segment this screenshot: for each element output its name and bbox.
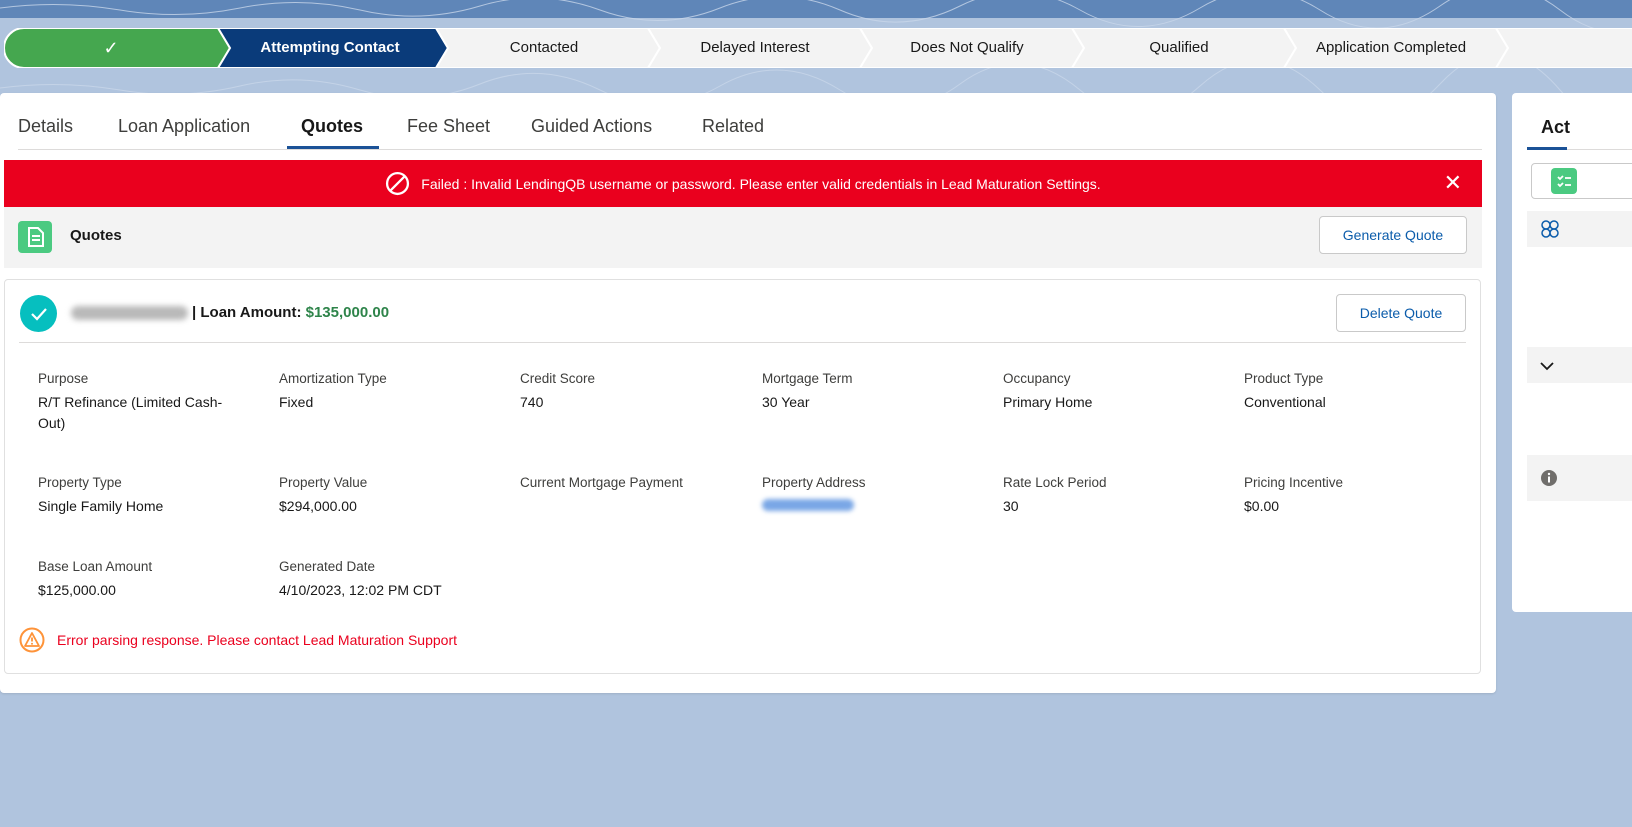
lead-status-path: ✓ Attempting Contact Contacted Delayed I… bbox=[4, 28, 1632, 68]
field-label: Base Loan Amount bbox=[38, 559, 153, 574]
info-row bbox=[1527, 455, 1632, 501]
quotes-title: Quotes bbox=[70, 227, 122, 244]
field-occupancy: Occupancy Primary Home bbox=[1003, 370, 1223, 413]
field-product-type: Product Type Conventional bbox=[1244, 370, 1464, 413]
field-value: Fixed bbox=[279, 394, 314, 410]
new-task-button[interactable] bbox=[1531, 163, 1632, 199]
ban-icon bbox=[386, 171, 410, 196]
field-generated-date: Generated Date 4/10/2023, 12:02 PM CDT bbox=[279, 558, 499, 601]
tab-fee-sheet[interactable]: Fee Sheet bbox=[407, 116, 490, 151]
tab-related[interactable]: Related bbox=[702, 116, 764, 151]
parse-error-message: Error parsing response. Please contact L… bbox=[57, 632, 458, 648]
loan-amount-value: $135,000.00 bbox=[305, 304, 390, 321]
chevron-down-icon bbox=[1540, 362, 1554, 371]
path-stage-qualified[interactable]: Qualified bbox=[1072, 28, 1286, 68]
field-label: Property Type bbox=[38, 475, 122, 490]
quote-divider bbox=[19, 342, 1466, 343]
close-icon[interactable]: ✕ bbox=[1444, 171, 1462, 195]
field-property-value: Property Value $294,000.00 bbox=[279, 474, 499, 517]
field-value: R/T Refinance (Limited Cash-Out) bbox=[38, 394, 223, 431]
activity-title[interactable]: Act bbox=[1541, 117, 1570, 138]
active-tab-indicator bbox=[287, 146, 379, 149]
field-mortgage-term: Mortgage Term 30 Year bbox=[762, 370, 982, 413]
generate-quote-button[interactable]: Generate Quote bbox=[1319, 216, 1467, 254]
field-current-mortgage-payment: Current Mortgage Payment bbox=[520, 474, 740, 496]
warning-icon bbox=[19, 627, 45, 653]
field-label: Amortization Type bbox=[279, 371, 387, 386]
filter-row[interactable] bbox=[1527, 211, 1632, 247]
task-icon bbox=[1551, 168, 1577, 194]
field-purpose: Purpose R/T Refinance (Limited Cash-Out) bbox=[38, 370, 248, 434]
quote-item: | Loan Amount: $135,000.00 Delete Quote … bbox=[4, 279, 1481, 674]
field-label: Mortgage Term bbox=[762, 371, 853, 386]
loan-amount-label: | Loan Amount: bbox=[192, 304, 306, 321]
field-label: Current Mortgage Payment bbox=[520, 475, 683, 490]
tab-guided-actions[interactable]: Guided Actions bbox=[531, 116, 652, 151]
field-credit-score: Credit Score 740 bbox=[520, 370, 740, 413]
field-value: 4/10/2023, 12:02 PM CDT bbox=[279, 582, 442, 598]
error-banner: Failed : Invalid LendingQB username or p… bbox=[4, 160, 1482, 207]
path-chevron-overflow[interactable] bbox=[1494, 28, 1632, 68]
field-label: Generated Date bbox=[279, 559, 376, 574]
field-value: $125,000.00 bbox=[38, 582, 116, 598]
field-value: Conventional bbox=[1244, 394, 1326, 410]
info-icon bbox=[1541, 470, 1557, 486]
field-base-loan-amount: Base Loan Amount $125,000.00 bbox=[38, 558, 258, 601]
field-rate-lock-period: Rate Lock Period 30 bbox=[1003, 474, 1223, 517]
field-value: 740 bbox=[520, 394, 544, 410]
check-icon bbox=[20, 295, 57, 332]
field-pricing-incentive: Pricing Incentive $0.00 bbox=[1244, 474, 1464, 517]
delete-quote-button[interactable]: Delete Quote bbox=[1336, 294, 1466, 332]
path-stage-does-not-qualify[interactable]: Does Not Qualify bbox=[860, 28, 1074, 68]
field-property-address: Property Address bbox=[762, 474, 982, 517]
field-label: Property Address bbox=[762, 475, 866, 490]
activity-panel: Act bbox=[1512, 93, 1632, 612]
path-stage-attempting-contact[interactable]: Attempting Contact bbox=[218, 28, 442, 68]
property-address-link-redacted[interactable] bbox=[762, 496, 982, 517]
field-label: Pricing Incentive bbox=[1244, 475, 1344, 490]
error-message: Failed : Invalid LendingQB username or p… bbox=[421, 175, 1101, 192]
field-value: 30 bbox=[1003, 498, 1019, 514]
path-stage-delayed-interest[interactable]: Delayed Interest bbox=[648, 28, 862, 68]
field-label: Credit Score bbox=[520, 371, 596, 386]
quote-id-redacted bbox=[71, 306, 188, 320]
parse-error-row: Error parsing response. Please contact L… bbox=[19, 627, 457, 653]
field-value: 30 Year bbox=[762, 394, 810, 410]
field-value: Primary Home bbox=[1003, 394, 1093, 410]
path-stage-contacted[interactable]: Contacted bbox=[436, 28, 652, 68]
field-label: Purpose bbox=[38, 371, 89, 386]
loan-amount-line: | Loan Amount: $135,000.00 bbox=[192, 304, 389, 321]
field-value: Single Family Home bbox=[38, 498, 164, 514]
tab-details[interactable]: Details bbox=[18, 116, 73, 151]
document-icon bbox=[18, 221, 52, 253]
field-value: $0.00 bbox=[1244, 498, 1280, 514]
field-property-type: Property Type Single Family Home bbox=[38, 474, 258, 517]
field-label: Product Type bbox=[1244, 371, 1324, 386]
field-label: Property Value bbox=[279, 475, 368, 490]
activity-tab-indicator bbox=[1527, 147, 1567, 150]
filter-icon bbox=[1541, 220, 1559, 238]
field-label: Occupancy bbox=[1003, 371, 1071, 386]
quotes-header: Quotes Generate Quote bbox=[4, 207, 1482, 268]
field-value: $294,000.00 bbox=[279, 498, 357, 514]
upcoming-section-header[interactable] bbox=[1527, 347, 1632, 383]
field-amortization-type: Amortization Type Fixed bbox=[279, 370, 499, 413]
tab-loan-application[interactable]: Loan Application bbox=[118, 116, 250, 151]
path-stage-complete[interactable]: ✓ bbox=[4, 28, 218, 68]
field-label: Rate Lock Period bbox=[1003, 475, 1107, 490]
path-stage-application-completed[interactable]: Application Completed bbox=[1284, 28, 1498, 68]
